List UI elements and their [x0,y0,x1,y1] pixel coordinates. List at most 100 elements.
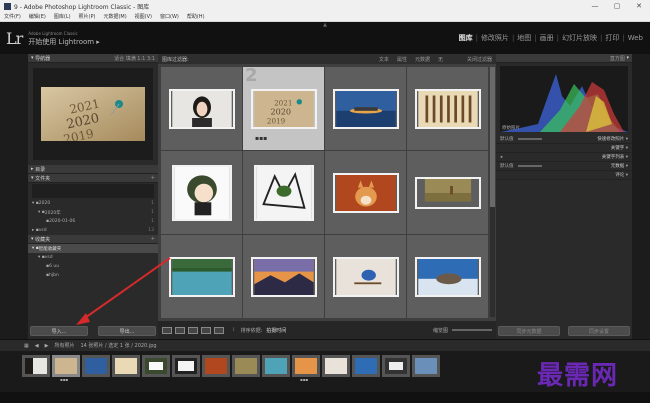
close-button[interactable]: ✕ [628,2,650,10]
filmstrip-thumb[interactable] [82,355,110,377]
minimize-button[interactable]: — [584,2,606,10]
grid-icon[interactable]: ▦ [24,343,29,349]
folders-header[interactable]: ▾ 文件夹 + [28,174,158,183]
folder-item[interactable]: ▸ ▪ vsd 13 [28,226,158,235]
grid-view-icon[interactable] [162,326,172,334]
grid-cell[interactable] [325,67,406,150]
folder-item[interactable]: ▾ ▪ 2020年 1 [28,208,158,217]
module-book[interactable]: 画册 [540,33,554,43]
grid-cell[interactable] [325,151,406,234]
menu-view[interactable]: 视图(V) [135,13,152,20]
grid-scrollbar[interactable] [490,67,495,317]
filter-attribute[interactable]: 属性 [397,56,407,63]
quick-develop-header[interactable]: 默认值 快速修改照片 ▾ [496,135,632,144]
sort-label: 排序依据: [240,327,263,334]
loupe-view-icon[interactable] [175,326,185,334]
photo-seaside-sunset [332,88,399,129]
grid-toolbar: ⁞ 排序依据: 拍摄时间 缩览图 [158,321,496,339]
catalog-header[interactable]: ▸ 目录 [28,165,158,174]
grid-cell[interactable] [243,235,324,318]
menu-library[interactable]: 图库(L) [54,13,71,20]
forward-arrow-icon[interactable]: ▶ [45,343,49,349]
grid-cell[interactable] [161,67,242,150]
collection-item[interactable]: ▪ 6 uu [28,262,158,271]
filmstrip-thumb[interactable]: ▪▪▪ [292,355,320,382]
filmstrip-thumbnails: ▪▪▪ ▪▪▪ [22,355,440,382]
grid-cell[interactable] [243,151,324,234]
menu-metadata[interactable]: 元数据(M) [103,13,126,20]
grid-cell-selected[interactable]: 2 2021 2020 2019 ▪▪▪ [243,67,324,150]
module-develop[interactable]: 修改照片 [481,33,509,43]
filmstrip-thumb[interactable] [382,355,410,377]
collection-item[interactable]: ▾ ▪ 智能收藏夹 [28,244,158,253]
grid-cell[interactable] [407,67,488,150]
sync-settings-button[interactable]: 同步设置 [568,326,630,336]
filmstrip-thumb[interactable] [112,355,140,377]
signin-link[interactable]: 开始使用 Lightroom ▸ [28,38,100,46]
filter-none[interactable]: 无 [438,56,443,63]
menu-help[interactable]: 帮助(H) [187,13,205,20]
keyword-list-header[interactable]: ◂ 关键字列表 ▾ [496,153,632,162]
comments-header[interactable]: 评论 ▾ [496,171,632,180]
compare-view-icon[interactable] [188,326,198,334]
filmstrip-thumb-selected[interactable]: ▪▪▪ [52,355,80,382]
folder-item[interactable]: ▪ 2020-01-06 1 [28,217,158,226]
survey-view-icon[interactable] [201,326,211,334]
catalog-title: 目录 [35,166,46,173]
menu-photo[interactable]: 照片(P) [79,13,96,20]
keywording-header[interactable]: 关键字 ▾ [496,144,632,153]
photo-seal-snow [414,256,481,297]
filmstrip-thumb[interactable] [352,355,380,377]
painter-icon[interactable]: ⁞ [233,327,235,333]
filmstrip-thumb[interactable] [412,355,440,377]
filmstrip-thumb[interactable] [172,355,200,377]
collection-item[interactable]: ▪ hjbn [28,271,158,280]
filter-text[interactable]: 文本 [379,56,389,63]
module-map[interactable]: 地图 [517,33,531,43]
export-button[interactable]: 导出... [98,326,156,336]
filter-metadata[interactable]: 元数据 [415,56,430,63]
filmstrip-thumb[interactable] [22,355,50,377]
grid-cell[interactable] [407,235,488,318]
module-web[interactable]: Web [628,34,643,42]
filmstrip-thumb[interactable] [322,355,350,377]
lightroom-app-icon [4,2,11,10]
menu-edit[interactable]: 编辑(E) [29,13,46,20]
metadata-header[interactable]: 默认值 元数据 ▾ [496,162,632,171]
collections-header[interactable]: ▾ 收藏夹 + [28,235,158,244]
module-print[interactable]: 打印 [605,33,619,43]
grid-cell[interactable] [161,151,242,234]
filter-preset[interactable]: 关闭过滤器 [467,56,492,63]
menu-window[interactable]: 窗口(W) [160,13,179,20]
filmstrip-thumb[interactable] [232,355,260,377]
people-view-icon[interactable] [214,326,224,334]
panel-collapse-arrow-icon[interactable]: ▲ [319,23,331,28]
window-title-bar: 9 - Adobe Photoshop Lightroom Classic - … [0,0,650,12]
grid-cell[interactable] [325,235,406,318]
menu-file[interactable]: 文件(F) [4,13,21,20]
navigator-header[interactable]: ▾ 导航器 适合 填满 1:1 3:1 [28,54,158,63]
folder-item[interactable]: ▾ ▪ 2020 1 [28,199,158,208]
module-slideshow[interactable]: 幻灯片放映 [562,33,597,43]
histogram-header[interactable]: 直方图 ▾ [496,54,632,63]
filmstrip-source[interactable]: 所有照片 [54,342,74,349]
grid-cell[interactable] [161,235,242,318]
filmstrip-thumb[interactable] [262,355,290,377]
module-library[interactable]: 图库 [459,33,473,43]
grid-cell[interactable] [407,151,488,234]
photo-calligraphy [414,88,481,129]
navigator-zoom-options[interactable]: 适合 填满 1:1 3:1 [114,55,155,62]
filmstrip-bar: ▦ ◀ ▶ 所有照片 14 张照片 / 选定 1 张 / 2020.jpg [0,339,650,351]
sync-metadata-button[interactable]: 同步元数据 [498,326,560,336]
filmstrip-thumb[interactable] [202,355,230,377]
thumbnail-size-slider[interactable] [452,329,492,331]
collection-item[interactable]: ▾ ▪ vsd [28,253,158,262]
filmstrip-thumb[interactable] [142,355,170,377]
maximize-button[interactable]: ▢ [606,2,628,10]
photo-cartoon-character [171,164,232,221]
sort-select[interactable]: 拍摄时间 [266,327,286,334]
back-arrow-icon[interactable]: ◀ [35,343,39,349]
navigator-preview[interactable]: 2021 2020 2019 [33,68,153,160]
import-button[interactable]: 导入... [30,326,88,336]
scrollbar-thumb[interactable] [490,67,495,207]
